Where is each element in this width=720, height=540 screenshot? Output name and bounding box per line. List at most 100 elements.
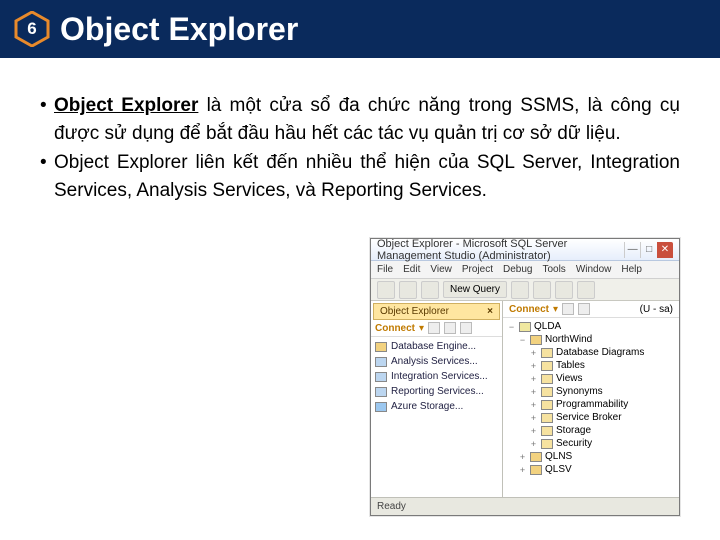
expand-toggle-icon[interactable]: + — [518, 465, 527, 475]
service-icon — [375, 357, 387, 367]
expand-toggle-icon[interactable]: + — [518, 452, 527, 462]
toolbar-icon[interactable] — [511, 281, 529, 299]
panel-close-icon[interactable]: × — [487, 306, 493, 317]
expand-toggle-icon[interactable]: + — [529, 348, 538, 358]
tree-node[interactable]: + Synonyms — [529, 385, 675, 398]
expand-toggle-icon[interactable]: + — [529, 426, 538, 436]
fld-icon — [541, 413, 553, 423]
connect-bar: Connect ▾ — [371, 320, 502, 337]
connect-menu: Database Engine... Analysis Services... … — [371, 337, 502, 416]
db-icon — [530, 465, 542, 475]
tree-node[interactable]: + Storage — [529, 424, 675, 437]
new-query-button[interactable]: New Query — [443, 281, 507, 298]
toolbar-mini-icon[interactable] — [444, 322, 456, 334]
expand-toggle-icon[interactable]: + — [529, 413, 538, 423]
connection-info: (U - sa) — [640, 304, 673, 315]
db-icon — [530, 335, 542, 345]
maximize-button[interactable]: □ — [640, 242, 656, 258]
menu-bar: File Edit View Project Debug Tools Windo… — [371, 261, 679, 279]
expand-toggle-icon[interactable]: − — [518, 335, 527, 345]
fld-icon — [541, 439, 553, 449]
service-icon — [375, 372, 387, 382]
connect-item[interactable]: Reporting Services... — [373, 384, 500, 399]
fld-icon — [541, 387, 553, 397]
toolbar-mini-icon[interactable] — [578, 303, 590, 315]
menu-item[interactable]: Help — [621, 264, 642, 275]
expand-toggle-icon[interactable]: − — [507, 322, 516, 332]
toolbar-icon[interactable] — [377, 281, 395, 299]
connect-label[interactable]: Connect — [375, 323, 415, 334]
tree-node-label: NorthWind — [545, 334, 592, 345]
tree-node-label: Storage — [556, 425, 591, 436]
connect-item[interactable]: Analysis Services... — [373, 354, 500, 369]
tree-node[interactable]: + Service Broker — [529, 411, 675, 424]
toolbar-icon[interactable] — [421, 281, 439, 299]
expand-toggle-icon[interactable]: + — [529, 387, 538, 397]
object-tree: −QLDA−NorthWind+Database Diagrams+Tables… — [503, 318, 679, 478]
fld-icon — [541, 348, 553, 358]
minimize-button[interactable]: — — [624, 242, 640, 258]
database-engine-icon — [375, 342, 387, 352]
tree-node-label: Synonyms — [556, 386, 603, 397]
tree-node-label: Tables — [556, 360, 585, 371]
service-icon — [375, 387, 387, 397]
panel-tab[interactable]: Object Explorer × — [373, 303, 500, 320]
tree-node-label: QLSV — [545, 464, 572, 475]
menu-item[interactable]: Debug — [503, 264, 532, 275]
tree-node[interactable]: + Tables — [529, 359, 675, 372]
tree-node[interactable]: + QLSV — [518, 463, 675, 476]
fld-icon — [541, 426, 553, 436]
window-titlebar: Object Explorer - Microsoft SQL Server M… — [371, 239, 679, 261]
bullet-1-strong: Object Explorer — [54, 95, 198, 116]
connect-item[interactable]: Database Engine... — [373, 339, 500, 354]
bullet-1: Object Explorer là một cửa sổ đa chức nă… — [40, 92, 680, 147]
tree-node-label: Service Broker — [556, 412, 622, 423]
connect-item[interactable]: Integration Services... — [373, 369, 500, 384]
ssms-screenshot: Object Explorer - Microsoft SQL Server M… — [370, 238, 680, 516]
object-explorer-panel: Object Explorer × Connect ▾ Database Eng… — [371, 301, 503, 497]
connect-bar-right: Connect ▾ (U - sa) — [503, 301, 679, 318]
status-bar: Ready — [371, 497, 679, 515]
tree-node-label: Views — [556, 373, 583, 384]
expand-toggle-icon[interactable]: + — [529, 439, 538, 449]
slide-number-badge: 6 — [14, 11, 50, 47]
expand-toggle-icon[interactable]: + — [529, 400, 538, 410]
tree-node[interactable]: − QLDA — [507, 320, 675, 333]
slide-number: 6 — [27, 19, 36, 39]
toolbar-mini-icon[interactable] — [562, 303, 574, 315]
tree-node-label: Programmability — [556, 399, 628, 410]
toolbar-mini-icon[interactable] — [428, 322, 440, 334]
tree-node[interactable]: + Database Diagrams — [529, 346, 675, 359]
tree-node[interactable]: + Security — [529, 437, 675, 450]
toolbar-mini-icon[interactable] — [460, 322, 472, 334]
menu-item[interactable]: Window — [576, 264, 612, 275]
toolbar-icon[interactable] — [533, 281, 551, 299]
tree-node[interactable]: + Programmability — [529, 398, 675, 411]
expand-toggle-icon[interactable]: + — [529, 361, 538, 371]
menu-item[interactable]: Tools — [542, 264, 565, 275]
tree-node-label: QLNS — [545, 451, 572, 462]
slide-header: 6 Object Explorer — [0, 0, 720, 58]
close-button[interactable]: ✕ — [657, 242, 673, 258]
menu-item[interactable]: File — [377, 264, 393, 275]
tree-node-label: QLDA — [534, 321, 561, 332]
menu-item[interactable]: View — [430, 264, 452, 275]
tree-node-label: Security — [556, 438, 592, 449]
toolbar-icon[interactable] — [399, 281, 417, 299]
toolbar-icon[interactable] — [577, 281, 595, 299]
connect-item[interactable]: Azure Storage... — [373, 399, 500, 414]
menu-item[interactable]: Project — [462, 264, 493, 275]
db-icon — [530, 452, 542, 462]
menu-item[interactable]: Edit — [403, 264, 420, 275]
tree-node-label: Database Diagrams — [556, 347, 644, 358]
status-text: Ready — [377, 501, 406, 512]
tree-node[interactable]: + QLNS — [518, 450, 675, 463]
tree-node[interactable]: + Views — [529, 372, 675, 385]
connect-label[interactable]: Connect — [509, 304, 549, 315]
tree-panel: Connect ▾ (U - sa) −QLDA−NorthWind+Datab… — [503, 301, 679, 497]
bullet-2: Object Explorer liên kết đến nhiều thể h… — [40, 149, 680, 204]
fld-icon — [541, 361, 553, 371]
toolbar-icon[interactable] — [555, 281, 573, 299]
tree-node[interactable]: − NorthWind — [518, 333, 675, 346]
expand-toggle-icon[interactable]: + — [529, 374, 538, 384]
